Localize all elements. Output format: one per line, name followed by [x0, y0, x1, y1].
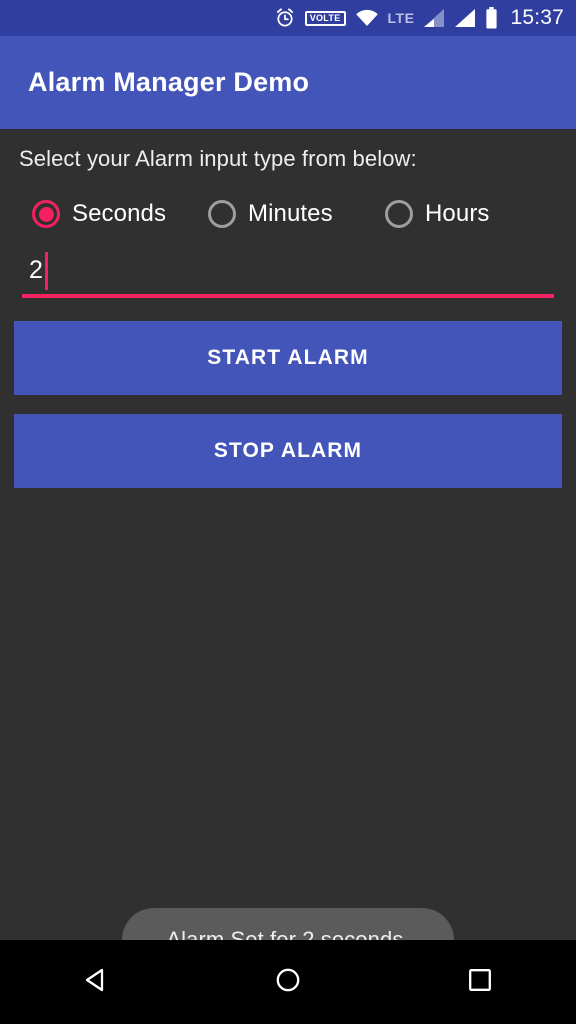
signal-sim2-icon [454, 8, 476, 28]
wifi-icon [355, 8, 379, 28]
instruction-label: Select your Alarm input type from below: [19, 146, 417, 171]
radio-option-seconds[interactable]: Seconds [32, 190, 166, 238]
alarm-type-radio-group: Seconds Minutes Hours [30, 190, 550, 238]
text-caret [45, 252, 48, 290]
radio-minutes-label: Minutes [248, 200, 333, 227]
recents-square-icon [465, 965, 495, 1000]
alarm-duration-input[interactable]: 2 [22, 252, 554, 298]
radio-seconds-label: Seconds [72, 200, 167, 227]
start-alarm-button[interactable]: START ALARM [14, 321, 562, 395]
volte-icon: VOLTE [304, 10, 346, 26]
navigation-bar [0, 940, 576, 1024]
main-content: Select your Alarm input type from below:… [0, 129, 576, 972]
nav-back-button[interactable] [36, 940, 156, 1024]
app-bar: Alarm Manager Demo [0, 36, 576, 129]
signal-sim1-icon [423, 8, 445, 28]
nav-home-button[interactable] [228, 940, 348, 1024]
alarm-clock-icon [274, 7, 296, 29]
radio-option-minutes[interactable]: Minutes [208, 190, 333, 238]
radio-option-hours[interactable]: Hours [385, 190, 490, 238]
lte-icon: LTE [387, 10, 415, 26]
stop-alarm-button[interactable]: STOP ALARM [14, 414, 562, 488]
radio-seconds-dot [38, 206, 54, 222]
nav-recents-button[interactable] [420, 940, 540, 1024]
radio-seconds-icon[interactable] [32, 200, 60, 228]
input-underline [22, 294, 554, 298]
radio-minutes-icon[interactable] [208, 200, 236, 228]
status-bar-clock: 15:37 [510, 6, 564, 29]
phone-screen: VOLTE LTE 15:37 Alarm Manager Demo Selec… [0, 0, 576, 1024]
home-circle-icon [273, 965, 303, 1000]
radio-hours-label: Hours [425, 200, 490, 227]
status-bar: VOLTE LTE 15:37 [0, 0, 576, 36]
back-triangle-icon [81, 965, 111, 1000]
battery-icon [485, 7, 498, 29]
alarm-duration-value: 2 [29, 256, 43, 284]
radio-hours-icon[interactable] [385, 200, 413, 228]
app-title: Alarm Manager Demo [28, 67, 310, 97]
